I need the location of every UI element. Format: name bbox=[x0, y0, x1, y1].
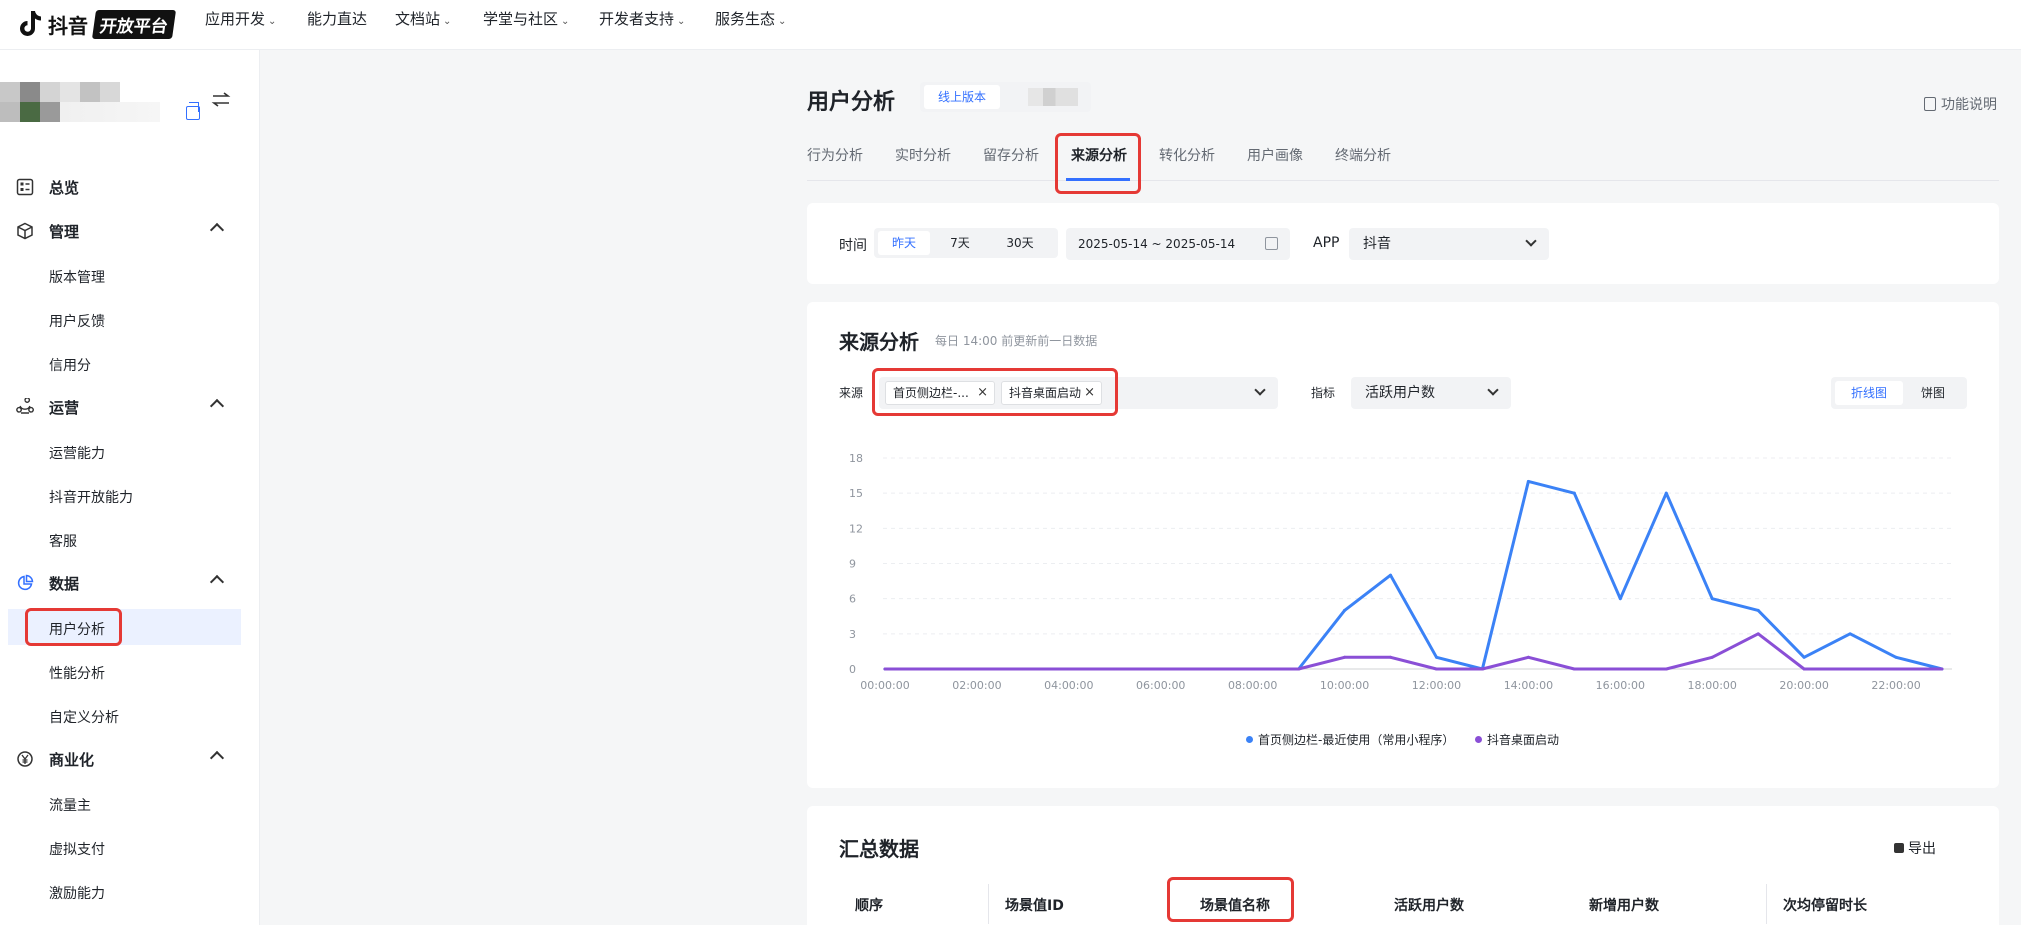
data-point bbox=[1756, 632, 1760, 636]
data-point bbox=[1159, 667, 1163, 671]
column-header-order[interactable]: 顺序 bbox=[855, 895, 883, 915]
export-button[interactable]: 导出 bbox=[1894, 838, 1936, 858]
data-point bbox=[1021, 667, 1025, 671]
data-point bbox=[1710, 655, 1714, 659]
legend-dot bbox=[1475, 736, 1482, 743]
data-point bbox=[1434, 667, 1438, 671]
data-point bbox=[1894, 667, 1898, 671]
data-point bbox=[929, 667, 933, 671]
data-point bbox=[1526, 655, 1530, 659]
data-point bbox=[1572, 667, 1576, 671]
data-point bbox=[1572, 491, 1576, 495]
y-tick-label: 6 bbox=[849, 593, 856, 606]
data-point bbox=[1251, 667, 1255, 671]
column-header-avg-stay[interactable]: 次均停留时长 bbox=[1783, 895, 1867, 915]
data-point bbox=[1664, 491, 1668, 495]
x-tick-label: 02:00:00 bbox=[952, 679, 1001, 692]
data-point bbox=[1526, 479, 1530, 483]
data-point bbox=[1618, 667, 1622, 671]
x-tick-label: 12:00:00 bbox=[1412, 679, 1461, 692]
x-tick-label: 16:00:00 bbox=[1596, 679, 1645, 692]
x-tick-label: 08:00:00 bbox=[1228, 679, 1277, 692]
export-label: 导出 bbox=[1908, 841, 1936, 857]
column-header-new-users[interactable]: 新增用户数 bbox=[1589, 895, 1659, 915]
y-tick-label: 18 bbox=[849, 452, 863, 465]
column-header-scene-id[interactable]: 场景值ID bbox=[1005, 895, 1064, 915]
data-point bbox=[975, 667, 979, 671]
data-point bbox=[1756, 608, 1760, 612]
highlight-box-scene-name bbox=[1167, 877, 1294, 922]
x-tick-label: 04:00:00 bbox=[1044, 679, 1093, 692]
data-point bbox=[1205, 667, 1209, 671]
data-point bbox=[1343, 608, 1347, 612]
data-point bbox=[1434, 655, 1438, 659]
data-point bbox=[1297, 667, 1301, 671]
x-tick-label: 18:00:00 bbox=[1688, 679, 1737, 692]
data-point bbox=[1940, 667, 1944, 671]
x-tick-label: 06:00:00 bbox=[1136, 679, 1185, 692]
x-tick-label: 10:00:00 bbox=[1320, 679, 1369, 692]
x-tick-label: 14:00:00 bbox=[1504, 679, 1553, 692]
x-tick-label: 00:00:00 bbox=[860, 679, 909, 692]
y-tick-label: 0 bbox=[849, 663, 856, 676]
data-point bbox=[1894, 655, 1898, 659]
legend-item-desktop[interactable]: 抖音桌面启动 bbox=[1475, 731, 1559, 748]
source-line-chart: 0 3 6 9 12 15 18 00:00:00 02:00:00 04:00:00 06:00:… bbox=[849, 452, 1952, 692]
x-tick-label: 22:00:00 bbox=[1871, 679, 1920, 692]
data-point bbox=[1710, 597, 1714, 601]
legend-label: 抖音桌面启动 bbox=[1487, 733, 1560, 747]
legend-label: 首页侧边栏-最近使用（常用小程序） bbox=[1258, 733, 1455, 747]
y-tick-label: 3 bbox=[849, 628, 856, 641]
data-point bbox=[1848, 632, 1852, 636]
data-point bbox=[1802, 667, 1806, 671]
y-tick-label: 12 bbox=[849, 522, 863, 535]
legend-item-sidebar[interactable]: 首页侧边栏-最近使用（常用小程序） bbox=[1246, 731, 1454, 748]
data-point bbox=[1848, 667, 1852, 671]
data-point bbox=[1480, 667, 1484, 671]
data-point bbox=[1343, 655, 1347, 659]
column-divider bbox=[1766, 884, 1767, 924]
data-point bbox=[1067, 667, 1071, 671]
data-point bbox=[1389, 655, 1393, 659]
series-line-2 bbox=[885, 632, 1942, 671]
summary-section-title: 汇总数据 bbox=[839, 837, 919, 861]
data-point bbox=[1618, 597, 1622, 601]
legend-dot bbox=[1246, 736, 1253, 743]
column-header-active-users[interactable]: 活跃用户数 bbox=[1394, 895, 1464, 915]
x-tick-label: 20:00:00 bbox=[1779, 679, 1828, 692]
data-point bbox=[1113, 667, 1117, 671]
data-point bbox=[1664, 667, 1668, 671]
column-divider bbox=[988, 884, 989, 924]
y-tick-label: 9 bbox=[849, 558, 856, 571]
data-point bbox=[1802, 655, 1806, 659]
export-icon bbox=[1894, 843, 1904, 853]
y-tick-label: 15 bbox=[849, 487, 863, 500]
series-line-1 bbox=[885, 479, 1943, 671]
data-point bbox=[1389, 573, 1393, 577]
data-point bbox=[883, 667, 887, 671]
